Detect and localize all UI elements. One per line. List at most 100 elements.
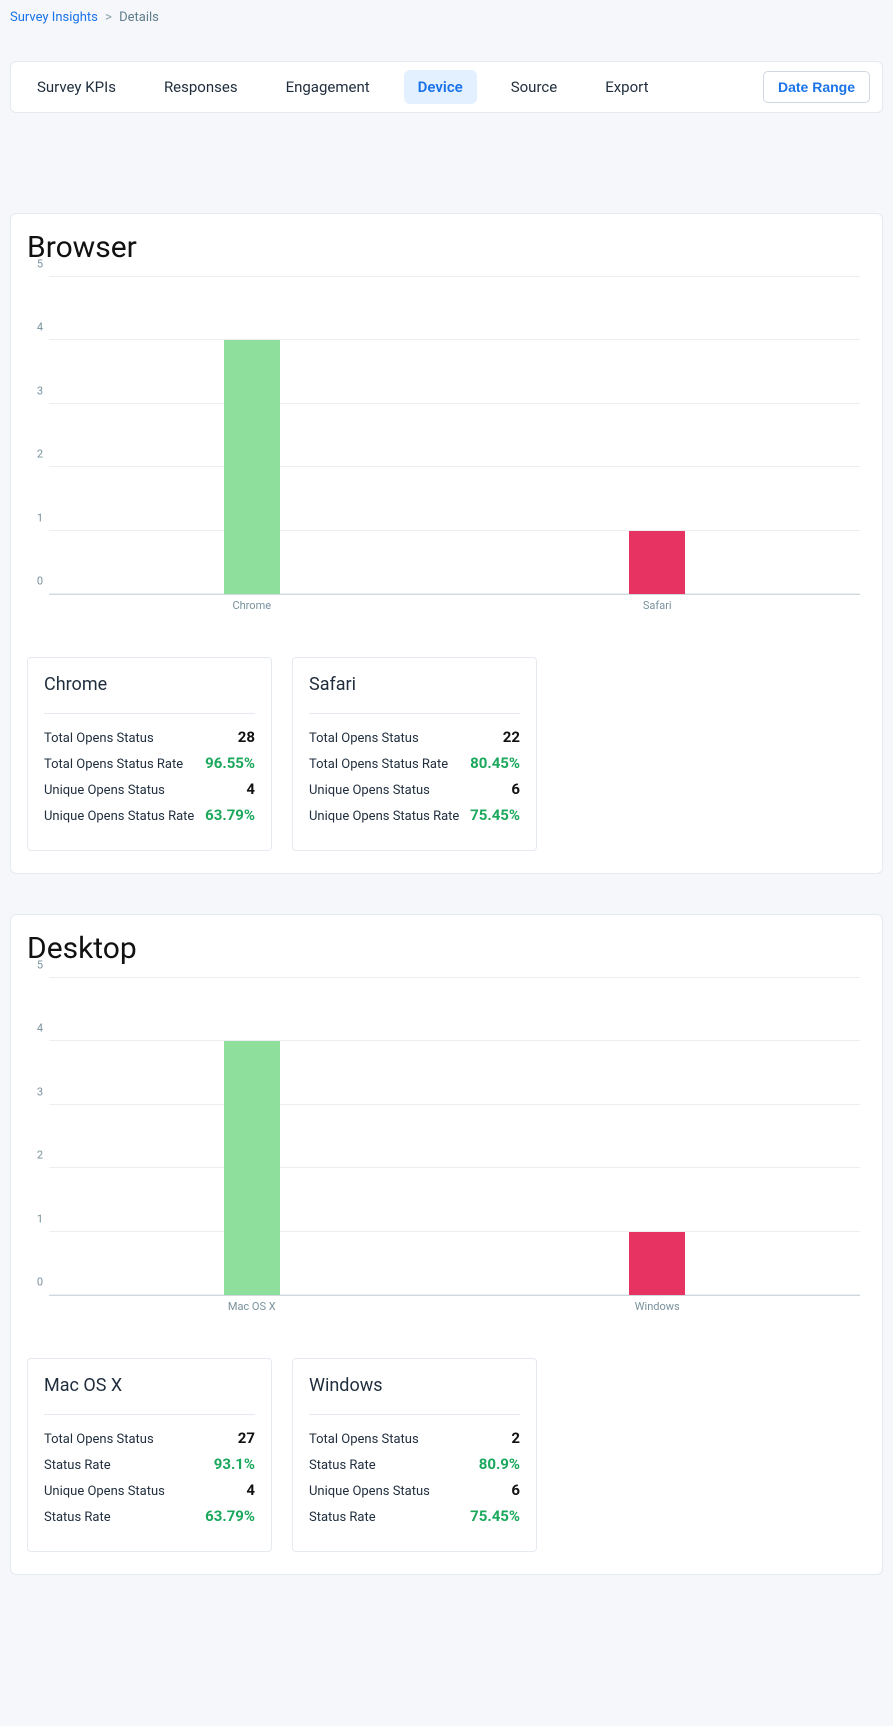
panel-desktop: Desktop 012345Mac OS XWindows Mac OS X Tota…	[10, 914, 883, 1575]
gridline	[49, 1040, 860, 1041]
stat-label: Status Rate	[309, 1458, 376, 1473]
stat-row: Total Opens Status 28	[44, 728, 255, 746]
bar-windows	[629, 1232, 685, 1295]
stat-row: Total Opens Status 22	[309, 728, 520, 746]
stat-value: 93.1%	[214, 1455, 255, 1473]
stat-label: Total Opens Status	[309, 1432, 419, 1447]
tab-survey-kpis[interactable]: Survey KPIs	[23, 70, 130, 104]
stat-card-windows: Windows Total Opens Status 2 Status Rate 80.…	[292, 1358, 537, 1552]
stat-label: Total Opens Status Rate	[44, 757, 183, 772]
gridline	[49, 1104, 860, 1105]
x-tick-label: Windows	[635, 1300, 680, 1313]
y-tick-label: 1	[27, 1212, 43, 1225]
panel-browser: Browser 012345ChromeSafari Chrome Total Ope…	[10, 213, 883, 874]
gridline	[49, 977, 860, 978]
plot-area: 012345ChromeSafari	[49, 277, 860, 595]
breadcrumb: Survey Insights > Details	[0, 0, 893, 31]
stat-label: Unique Opens Status Rate	[44, 809, 194, 824]
stat-card-safari: SafariTotal Opens Status22Total Opens St…	[292, 657, 537, 851]
y-tick-label: 4	[27, 1022, 43, 1035]
gridline	[49, 403, 860, 404]
breadcrumb-separator: >	[105, 10, 112, 25]
stat-row: Total Opens Status 27	[44, 1429, 255, 1447]
stat-value: 28	[238, 728, 255, 746]
stat-value: 4	[246, 1481, 255, 1499]
stat-card-title: Chrome	[44, 674, 255, 695]
breadcrumb-root-link[interactable]: Survey Insights	[10, 10, 98, 25]
stat-card-title: Safari	[309, 674, 520, 695]
panel-title: Browser	[27, 230, 866, 265]
stat-card-title: Windows	[309, 1375, 520, 1396]
y-tick-label: 0	[27, 575, 43, 588]
stat-label: Total Opens Status	[44, 731, 154, 746]
tab-bar: Survey KPIs Responses Engagement Device Sour…	[10, 61, 883, 113]
stat-value: 2	[511, 1429, 520, 1447]
stat-cards: ChromeTotal Opens Status28Total Opens St…	[27, 657, 866, 851]
stat-value: 63.79%	[205, 806, 255, 824]
y-tick-label: 5	[27, 959, 43, 972]
stat-label: Total Opens Status Rate	[309, 757, 448, 772]
stat-label: Unique Opens Status	[309, 783, 430, 798]
tab-source[interactable]: Source	[497, 70, 571, 104]
gridline	[49, 1167, 860, 1168]
stat-row: Status Rate 80.9%	[309, 1455, 520, 1473]
y-tick-label: 4	[27, 321, 43, 334]
bar-chrome	[224, 340, 280, 594]
stat-label: Total Opens Status	[44, 1432, 154, 1447]
stat-value: 27	[238, 1429, 255, 1447]
stat-value: 6	[511, 780, 520, 798]
stat-row: Total Opens Status Rate 96.55%	[44, 754, 255, 772]
gridline	[49, 276, 860, 277]
y-tick-label: 3	[27, 1085, 43, 1098]
y-tick-label: 2	[27, 448, 43, 461]
stat-label: Unique Opens Status	[309, 1484, 430, 1499]
stat-cards: Mac OS X Total Opens Status 27 Status Rate 9…	[27, 1358, 866, 1552]
stat-row: Status Rate63.79%	[44, 1507, 255, 1525]
tab-engagement[interactable]: Engagement	[272, 70, 384, 104]
stat-row: Unique Opens Status Rate 75.45%	[309, 806, 520, 824]
stat-row: Status Rate 75.45%	[309, 1507, 520, 1525]
stat-label: Status Rate	[309, 1510, 376, 1525]
stat-value: 80.9%	[479, 1455, 520, 1473]
tab-device[interactable]: Device	[404, 70, 477, 104]
y-tick-label: 2	[27, 1149, 43, 1162]
gridline	[49, 1294, 860, 1295]
bar-chart: 012345Mac OS XWindows	[27, 978, 866, 1318]
stat-value: 4	[246, 780, 255, 798]
plot-area: 012345Mac OS XWindows	[49, 978, 860, 1296]
date-range-button[interactable]: Date Range	[763, 71, 870, 103]
stat-value: 75.45%	[470, 806, 520, 824]
tab-export[interactable]: Export	[591, 70, 662, 104]
y-tick-label: 0	[27, 1276, 43, 1289]
stat-label: Status Rate	[44, 1458, 111, 1473]
bar-safari	[629, 531, 685, 594]
gridline	[49, 593, 860, 594]
stat-row: Unique Opens Status 6	[309, 780, 520, 798]
bar-mac-os-x	[224, 1041, 280, 1295]
stat-value: 6	[511, 1481, 520, 1499]
y-tick-label: 3	[27, 384, 43, 397]
stat-label: Unique Opens Status Rate	[309, 809, 459, 824]
y-tick-label: 1	[27, 511, 43, 524]
stat-row: Total Opens Status Rate80.45%	[309, 754, 520, 772]
tab-responses[interactable]: Responses	[150, 70, 252, 104]
stat-row: Unique Opens Status 6	[309, 1481, 520, 1499]
breadcrumb-current: Details	[119, 10, 159, 25]
gridline	[49, 1231, 860, 1232]
stat-value: 22	[503, 728, 520, 746]
stat-card-mac-os-x: Mac OS X Total Opens Status 27 Status Rate 9…	[27, 1358, 272, 1552]
stat-row: Unique Opens Status 4	[44, 1481, 255, 1499]
stat-label: Unique Opens Status	[44, 1484, 165, 1499]
stat-value: 96.55%	[205, 754, 255, 772]
stat-label: Unique Opens Status	[44, 783, 165, 798]
y-tick-label: 5	[27, 258, 43, 271]
tabs-container: Survey KPIs Responses Engagement Device Sour…	[23, 70, 763, 104]
stat-value: 75.45%	[470, 1507, 520, 1525]
stat-label: Total Opens Status	[309, 731, 419, 746]
x-tick-label: Safari	[643, 599, 672, 612]
stat-row: Status Rate 93.1%	[44, 1455, 255, 1473]
stat-row: Total Opens Status 2	[309, 1429, 520, 1447]
panel-title: Desktop	[27, 931, 866, 966]
stat-card-chrome: ChromeTotal Opens Status28Total Opens St…	[27, 657, 272, 851]
stat-card-title: Mac OS X	[44, 1375, 255, 1396]
